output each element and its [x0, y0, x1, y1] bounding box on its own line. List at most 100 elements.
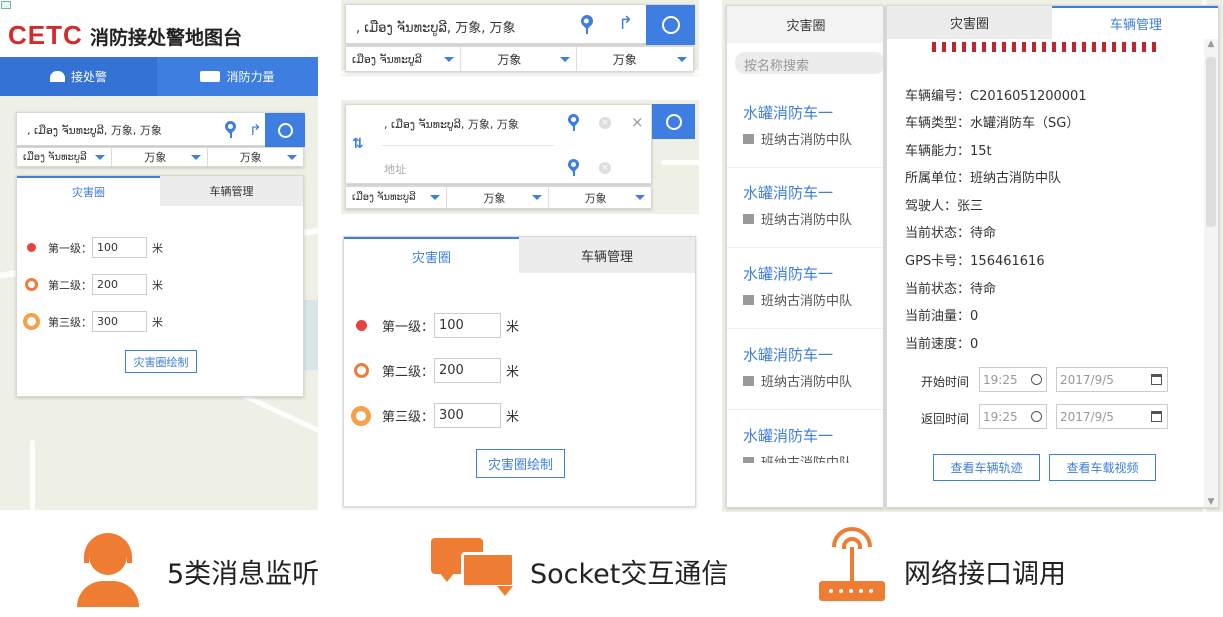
flag-icon [743, 133, 754, 144]
chevron-down-icon [677, 56, 688, 62]
region-select-district[interactable]: ເມືອງ ຈັນທະບູລີ [346, 47, 462, 71]
level-2-dot [25, 278, 38, 291]
start-time-input[interactable]: 19:25 [979, 367, 1047, 392]
app-header: CETC 消防接处警地图台 [0, 0, 318, 57]
search-button[interactable] [646, 5, 695, 45]
chevron-down-icon [287, 154, 298, 160]
start-time-label: 开始时间 [921, 375, 970, 389]
main-nav: 接处警 消防力量 [0, 57, 318, 96]
unit-label: 米 [506, 410, 520, 425]
route-from-input[interactable]: , ເມືອງ ຈັນທະບູລີ, 万象, 万象 [384, 116, 519, 132]
vehicle-speed: 当前速度：0 [905, 337, 979, 352]
route-icon[interactable]: ↱ [249, 121, 262, 139]
level-2-dot [354, 363, 369, 378]
chat-bubbles-icon [431, 538, 515, 596]
region-select-province[interactable]: 万象 [577, 47, 693, 71]
return-date-input[interactable]: 2017/9/5 [1056, 404, 1168, 429]
location-pin-icon[interactable] [565, 111, 582, 132]
tab-disaster-circle[interactable]: 灾害圈 [727, 6, 883, 43]
vehicle-unit: 班纳古消防中队 [761, 133, 853, 148]
level-label: 第一级： [382, 320, 435, 335]
headset-operator-icon [73, 533, 141, 607]
vehicle-name: 水罐消防车一 [743, 104, 834, 122]
swap-direction-icon[interactable]: ⇅ [352, 136, 364, 152]
vehicle-driver: 驾驶人：张三 [905, 199, 984, 214]
return-time-input[interactable]: 19:25 [979, 404, 1047, 429]
region-select-city[interactable]: 万象 [112, 148, 208, 166]
logo: CETC [8, 20, 83, 50]
location-pin-icon[interactable] [565, 156, 582, 177]
vehicle-search-input[interactable]: 按名称搜索 [735, 52, 883, 74]
clear-icon[interactable]: × [599, 117, 611, 129]
nav-item-jiechujing[interactable]: 接处警 [0, 57, 157, 96]
scrollbar-thumb[interactable] [1206, 57, 1216, 227]
level-3-radius-input[interactable] [92, 311, 147, 332]
route-icon[interactable]: ↱ [618, 14, 633, 34]
vehicle-item[interactable]: 水罐消防车一 班纳古消防中队 [727, 411, 883, 463]
route-to-input[interactable]: 地址 [384, 161, 406, 177]
start-date-input[interactable]: 2017/9/5 [1056, 367, 1168, 392]
region-select-province[interactable]: 万象 [208, 148, 303, 166]
unit-label: 米 [152, 315, 163, 329]
search-icon [277, 122, 293, 138]
scroll-down-icon[interactable]: ▼ [1204, 497, 1218, 507]
tab-vehicle-management[interactable]: 车辆管理 [1052, 6, 1218, 39]
truncated-text-edge [932, 42, 1162, 52]
level-2-radius-input[interactable] [434, 358, 502, 383]
draw-disaster-circle-button[interactable]: 灾害圈绘制 [125, 350, 197, 373]
draw-disaster-circle-button[interactable]: 灾害圈绘制 [476, 449, 565, 478]
search-button[interactable] [265, 113, 305, 147]
region-select-province[interactable]: 万象 [549, 187, 651, 208]
chevron-down-icon [531, 195, 542, 200]
level-3-row: 第三级： 米 [351, 403, 519, 428]
vehicle-item[interactable]: 水罐消防车一 班纳古消防中队 [727, 249, 883, 329]
search-input[interactable]: , ເມືອງ ຈັນທະບູລີ, 万象, 万象 [356, 17, 515, 36]
app-title: 消防接处警地图台 [90, 27, 243, 49]
search-button[interactable] [652, 104, 695, 139]
vehicle-item[interactable]: 水罐消防车一 班纳古消防中队 [727, 88, 883, 168]
location-pin-icon[interactable] [578, 12, 596, 35]
tab-vehicle-management[interactable]: 车辆管理 [519, 237, 695, 273]
tab-vehicle-management[interactable]: 车辆管理 [160, 176, 303, 206]
vehicle-capacity: 车辆能力：15t [905, 144, 992, 159]
level-3-radius-input[interactable] [434, 403, 502, 428]
nav-label: 接处警 [70, 70, 107, 84]
vehicle-status: 当前状态：待命 [905, 282, 997, 297]
vehicle-name: 水罐消防车一 [743, 346, 834, 364]
level-1-radius-input[interactable] [434, 313, 502, 338]
region-selectors-route: ເມືອງ ຈັນທະບູລີ 万象 万象 [345, 186, 652, 209]
region-select-district[interactable]: ເມືອງ ຈັນທະບູລີ [346, 187, 448, 208]
level-label: 第三级： [48, 315, 92, 329]
region-select-district[interactable]: ເມືອງ ຈັນທະບູລີ [17, 148, 113, 166]
tab-disaster-circle[interactable]: 灾害圈 [887, 6, 1052, 39]
scrollbar[interactable]: ▲ ▼ [1204, 39, 1218, 507]
search-input[interactable]: , ເມືອງ ຈັນທະບູລີ, 万象, 万象 [27, 122, 162, 138]
level-1-row: 第一级： 米 [356, 313, 519, 338]
level-label: 第三级： [382, 410, 435, 425]
vehicle-unit: 所属单位：班纳古消防中队 [905, 171, 1062, 186]
level-1-dot [356, 320, 367, 331]
nav-item-xiaofangliliang[interactable]: 消防力量 [157, 57, 318, 96]
search-icon [661, 16, 680, 34]
view-video-button[interactable]: 查看车载视频 [1049, 454, 1156, 481]
vehicle-unit: 班纳古消防中队 [761, 294, 853, 309]
feature-label: Socket交互通信 [530, 559, 729, 590]
clear-icon[interactable]: × [599, 162, 611, 174]
level-1-radius-input[interactable] [92, 237, 147, 258]
view-track-button[interactable]: 查看车辆轨迹 [933, 454, 1040, 481]
location-pin-icon[interactable] [222, 118, 239, 139]
calendar-icon [1151, 411, 1162, 422]
vehicle-name: 水罐消防车一 [743, 265, 834, 283]
level-label: 第二级： [48, 278, 92, 292]
region-select-city[interactable]: 万象 [447, 187, 549, 208]
level-2-radius-input[interactable] [92, 274, 147, 295]
close-icon[interactable]: × [631, 114, 644, 130]
scroll-up-icon[interactable]: ▲ [1204, 39, 1218, 53]
tab-disaster-circle[interactable]: 灾害圈 [344, 237, 519, 273]
vehicle-item[interactable]: 水罐消防车一 班纳古消防中队 [727, 168, 883, 248]
return-time-label: 返回时间 [921, 412, 970, 426]
flag-icon [743, 375, 754, 386]
vehicle-item[interactable]: 水罐消防车一 班纳古消防中队 [727, 330, 883, 410]
tab-disaster-circle[interactable]: 灾害圈 [17, 176, 160, 206]
region-select-city[interactable]: 万象 [461, 47, 577, 71]
